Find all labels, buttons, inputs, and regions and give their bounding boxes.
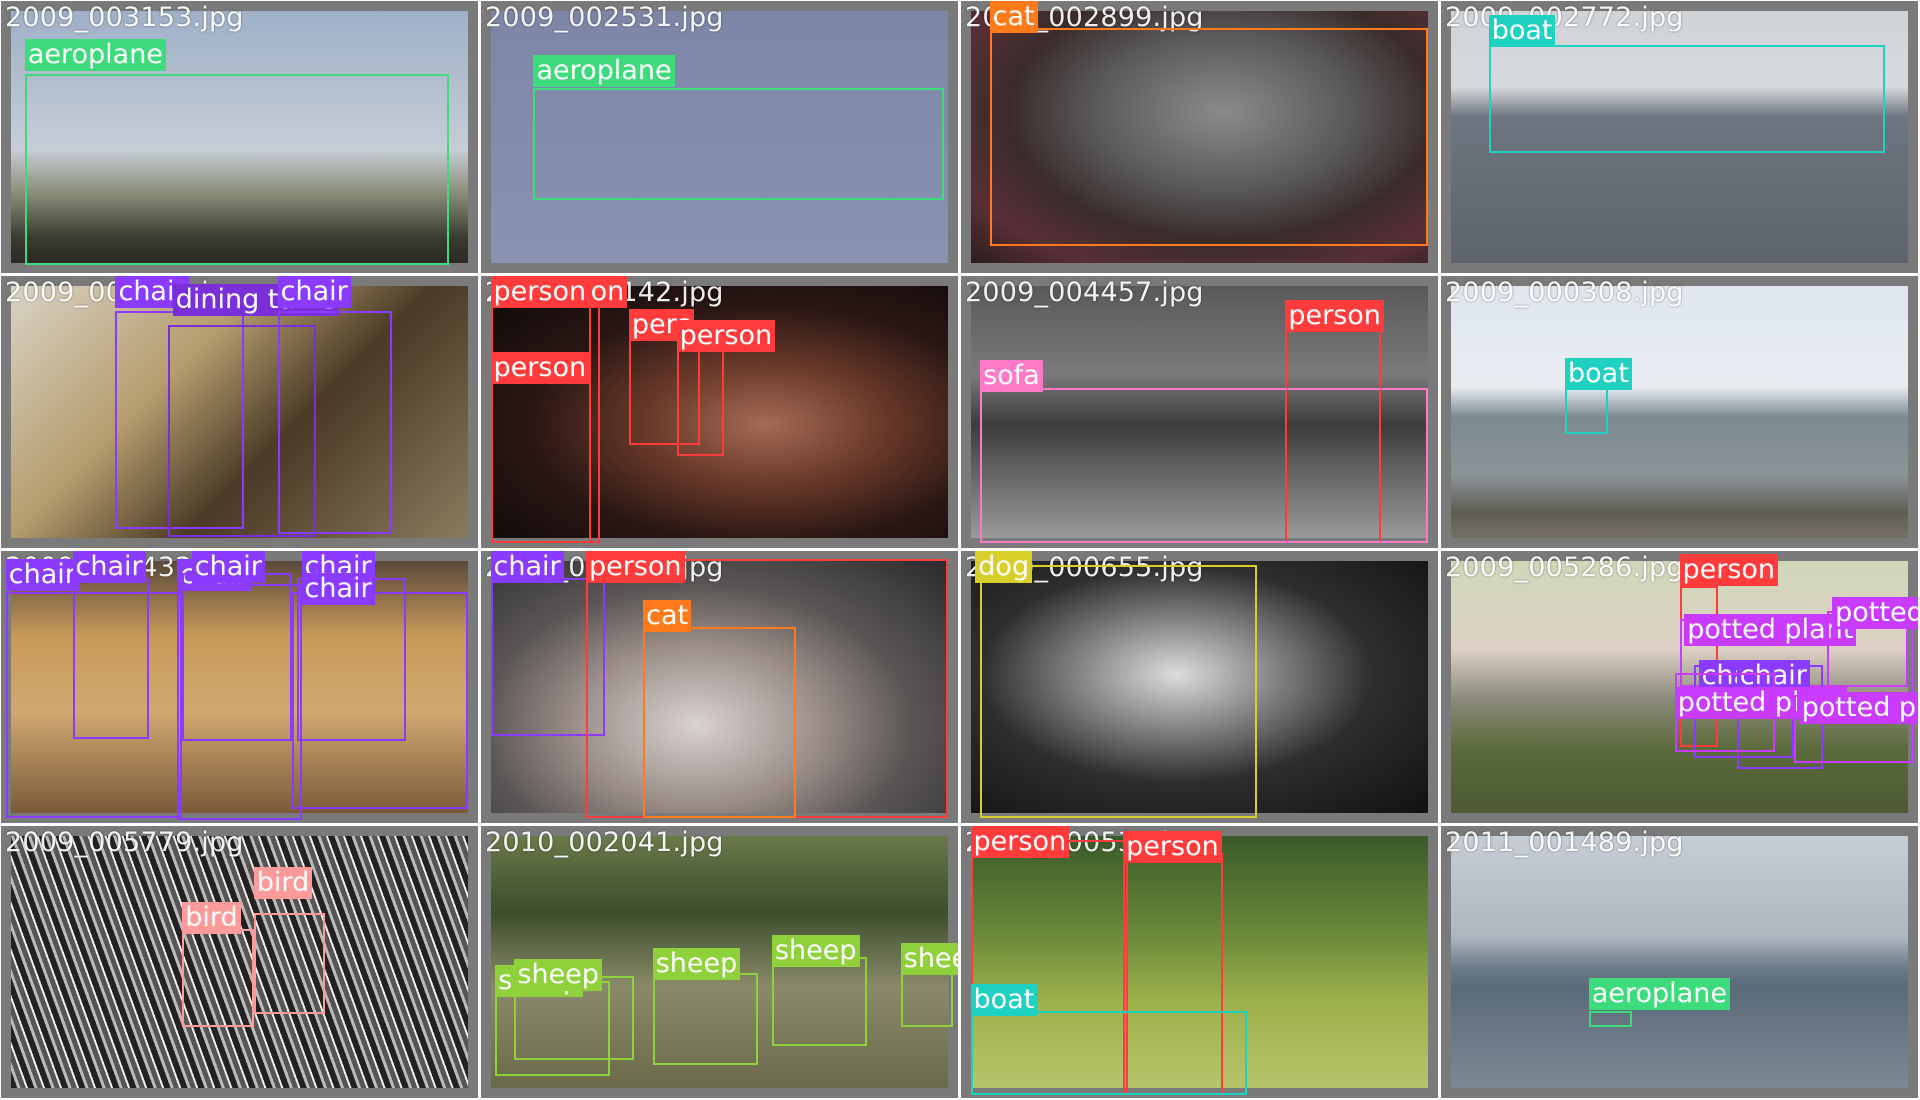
- class-label: sheep: [900, 942, 958, 975]
- class-label: person: [1123, 831, 1222, 864]
- bounding-box: [652, 972, 758, 1066]
- image-filename: 2009_005779.jpg: [5, 827, 244, 858]
- image-tile[interactable]: 2009_005286.jpg person potted plant potted …: [1441, 551, 1918, 823]
- image-filename: 2011_001489.jpg: [1445, 827, 1684, 858]
- class-label: sheep: [652, 948, 741, 981]
- class-label: person: [490, 276, 590, 308]
- class-label: person: [1679, 553, 1779, 586]
- class-label: boat: [1565, 357, 1632, 390]
- image-filename: 2009_002772.jpg: [1445, 2, 1684, 33]
- class-label: dog: [975, 551, 1033, 583]
- bounding-box: [533, 88, 944, 200]
- class-label: person: [676, 319, 776, 352]
- image-tile[interactable]: 2010_000655.jpg dog: [961, 551, 1438, 823]
- class-label: aeroplane: [24, 39, 166, 72]
- class-label: chair: [490, 551, 564, 583]
- class-label: sofa: [980, 360, 1043, 393]
- image-tile[interactable]: 2009_002531.jpg aeroplane: [481, 1, 958, 273]
- class-label: bird: [182, 902, 241, 935]
- bounding-box: [643, 627, 796, 818]
- bounding-box: [989, 28, 1429, 246]
- image-tile[interactable]: 2009_004142.jpgpersonpersonpersonpersper…: [481, 276, 958, 548]
- bounding-box: [277, 311, 393, 535]
- bounding-box: [1565, 384, 1608, 434]
- class-label: aeroplane: [533, 55, 675, 88]
- class-label: person: [1285, 300, 1384, 333]
- image-tile[interactable]: 2010_002041.jpgsheepsheepsheepsheepsheep: [481, 826, 958, 1098]
- class-label: sheep: [514, 959, 602, 992]
- bounding-box: [1488, 44, 1885, 154]
- bounding-box: [970, 1010, 1248, 1096]
- class-label: chair: [5, 559, 79, 592]
- class-label: person: [490, 352, 590, 385]
- image-tile[interactable]: 2009_000308.jpgboat: [1441, 276, 1918, 548]
- class-label: chair: [72, 551, 146, 583]
- image-tile[interactable]: 2009_004457.jpgperson sofa: [961, 276, 1438, 548]
- image-filename: 2009_005286.jpg: [1445, 552, 1684, 583]
- image-filename: 2009_002531.jpg: [485, 2, 724, 33]
- class-label: boat: [1488, 14, 1556, 47]
- image-tile[interactable]: 2009_003075.jpgchairdining tablechair: [1, 276, 478, 548]
- bounding-box: [1588, 1010, 1632, 1028]
- class-label: chair: [277, 276, 351, 308]
- class-label: chair: [301, 572, 375, 605]
- image-tile[interactable]: 2009_001388.jpgchairpersoncat: [481, 551, 958, 823]
- image-tile[interactable]: 2009_003153.jpg aeroplane: [1, 1, 478, 273]
- image-tile[interactable]: 2011_001489.jpg aeroplane: [1441, 826, 1918, 1098]
- class-label: person: [970, 826, 1070, 858]
- image-filename: 2009_000308.jpg: [1445, 277, 1684, 308]
- photo: [1451, 286, 1908, 538]
- image-filename: 2009_003153.jpg: [5, 2, 244, 33]
- bounding-box: [182, 929, 254, 1028]
- bounding-box: [182, 572, 292, 742]
- image-tile[interactable]: 2009_004432.jpgchairchairchairchairchair…: [1, 551, 478, 823]
- class-label: sheep: [771, 934, 860, 967]
- class-label: cat: [643, 599, 692, 632]
- image-tile[interactable]: 2009_002772.jpg boat: [1441, 1, 1918, 273]
- bounding-box: [24, 74, 450, 265]
- bounding-box: [980, 564, 1257, 818]
- image-tile[interactable]: 2009_005779.jpgbird bird: [1, 826, 478, 1098]
- class-label: aeroplane: [1588, 978, 1730, 1011]
- class-label: person: [585, 551, 685, 583]
- detection-grid: 2009_003153.jpg aeroplane 2009_002531.jpga…: [0, 0, 1920, 1100]
- bounding-box: [72, 578, 149, 739]
- image-filename: 2009_004457.jpg: [965, 277, 1204, 308]
- class-label: bird: [253, 866, 313, 899]
- class-label: boat: [970, 983, 1038, 1016]
- bounding-box: [900, 967, 954, 1028]
- bounding-box: [771, 956, 868, 1047]
- image-filename: 2010_002041.jpg: [485, 827, 724, 858]
- bounding-box: [253, 913, 326, 1014]
- image-tile[interactable]: 2009_002899.jpg cat: [961, 1, 1438, 273]
- class-label: cat: [989, 1, 1038, 33]
- photo: [1451, 836, 1908, 1088]
- bounding-box: [980, 387, 1429, 543]
- class-label: potted pl: [1832, 597, 1918, 630]
- class-label: potted pla: [1798, 692, 1918, 725]
- image-tile[interactable]: 2010_000535.jpg person person boat: [961, 826, 1438, 1098]
- class-label: chair: [191, 551, 265, 583]
- bounding-box: [676, 341, 725, 456]
